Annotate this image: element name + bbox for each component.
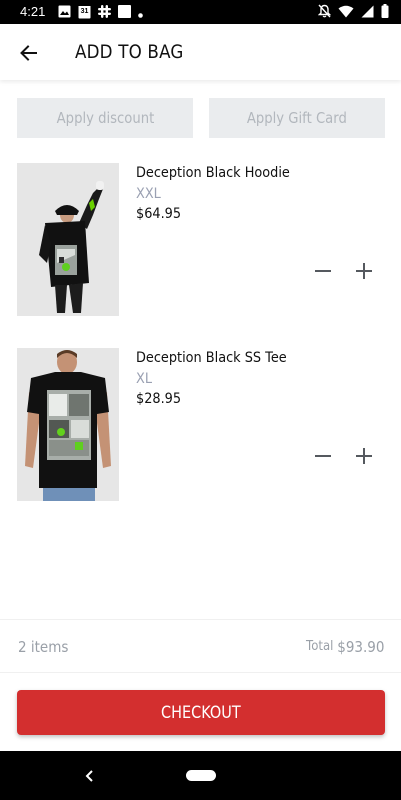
status-icons-left: 31 [58, 3, 150, 22]
product-size: XXL [136, 186, 161, 202]
increase-quantity-button[interactable] [354, 446, 374, 466]
decrease-quantity-button[interactable] [313, 261, 333, 281]
plus-icon [356, 448, 372, 464]
signal-icon [361, 3, 374, 22]
mute-icon [317, 3, 332, 22]
wifi-icon [338, 3, 354, 22]
product-name: Deception Black Hoodie [136, 165, 290, 181]
items-count: 2 items [18, 638, 69, 656]
apply-gift-card-label: Apply Gift Card [246, 109, 348, 127]
decrease-quantity-button[interactable] [313, 446, 333, 466]
product-price: $64.95 [136, 206, 182, 222]
product-size: XL [136, 371, 152, 387]
increase-quantity-button[interactable] [354, 261, 374, 281]
checkout-button[interactable]: CHECKOUT [17, 690, 385, 735]
dot-icon [138, 3, 143, 22]
status-bar: 4:21 31 [0, 0, 401, 24]
arrow-left-icon [20, 45, 37, 61]
order-summary: 2 items Total $93.90 [0, 619, 401, 673]
minus-icon [315, 455, 331, 457]
status-time: 4:21 [20, 4, 46, 19]
product-image[interactable] [17, 163, 119, 316]
total-value: $93.90 [336, 638, 384, 656]
status-icons-right [311, 3, 389, 22]
product-price: $28.95 [136, 391, 182, 407]
nav-home-pill[interactable] [186, 770, 216, 781]
plus-icon [356, 263, 372, 279]
checkout-label: CHECKOUT [161, 702, 241, 723]
page-title: ADD TO BAG [75, 41, 184, 63]
nav-back-button[interactable] [82, 767, 98, 785]
apply-gift-card-button[interactable]: Apply Gift Card [209, 98, 385, 138]
product-name: Deception Black SS Tee [136, 350, 287, 366]
system-nav-bar [0, 751, 401, 800]
calendar-icon: 31 [78, 5, 91, 19]
back-button[interactable] [16, 40, 42, 66]
cart-item: Deception Black Hoodie XXL $64.95 [0, 163, 401, 317]
slack-icon [98, 3, 111, 22]
cart-item: Deception Black SS Tee XL $28.95 [0, 348, 401, 502]
product-image[interactable] [17, 348, 119, 501]
total-label: Total [305, 639, 333, 654]
calendar-day: 31 [80, 8, 89, 15]
square-icon [118, 3, 131, 22]
apply-discount-label: Apply discount [56, 109, 154, 127]
chevron-left-icon [85, 770, 93, 782]
app-bar: ADD TO BAG [0, 24, 401, 80]
image-icon [58, 3, 71, 22]
battery-icon [381, 3, 389, 22]
apply-discount-button[interactable]: Apply discount [17, 98, 193, 138]
minus-icon [315, 270, 331, 272]
